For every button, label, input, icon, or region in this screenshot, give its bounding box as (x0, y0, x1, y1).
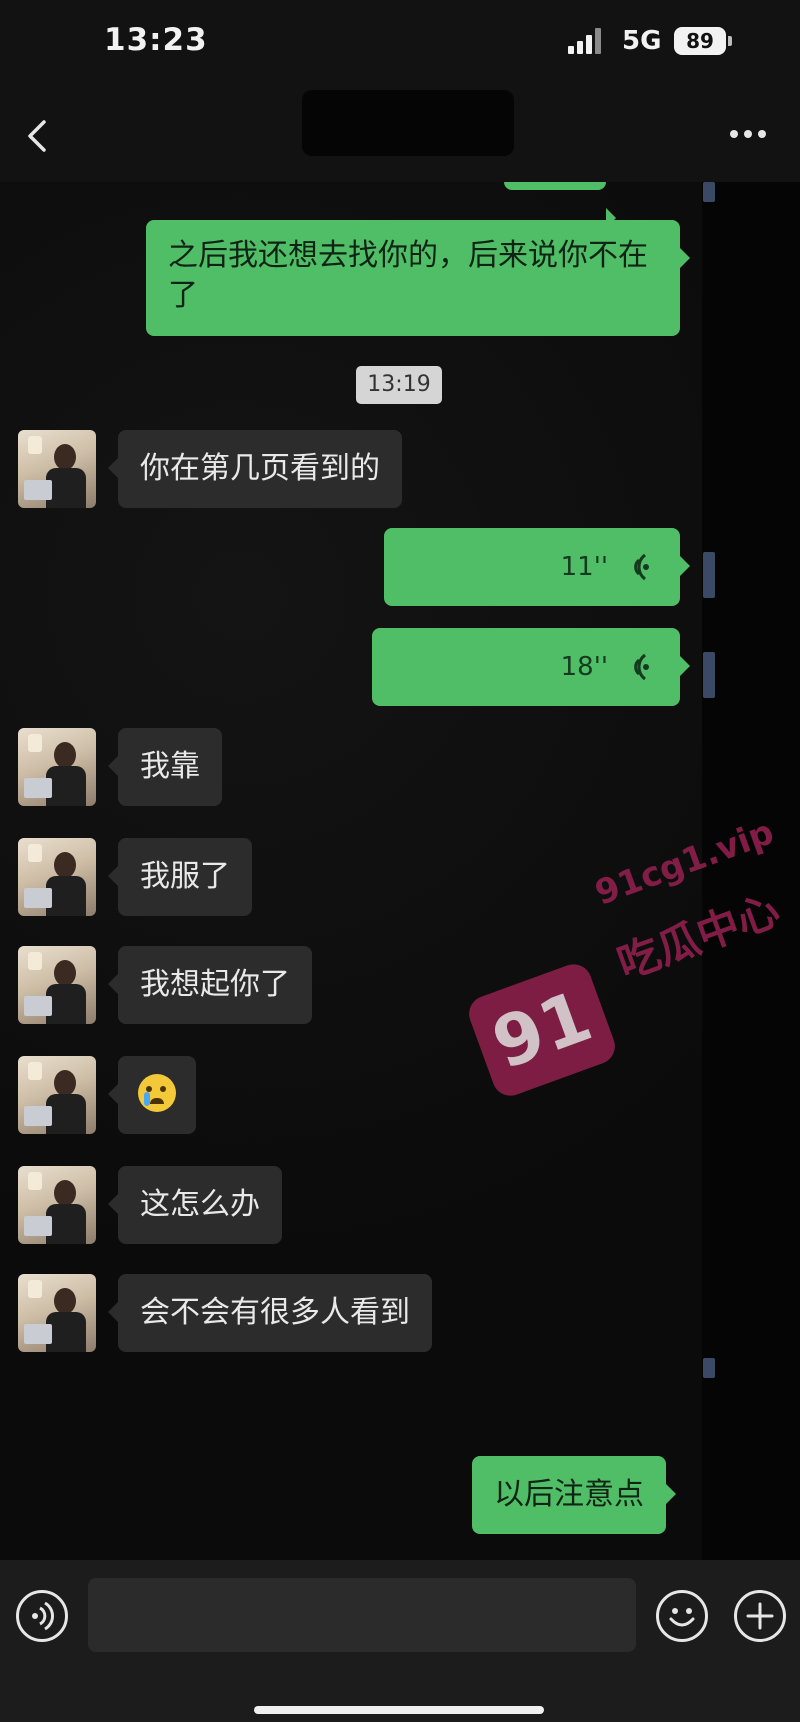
contact-avatar[interactable] (18, 946, 96, 1024)
message-bubble-incoming[interactable]: 这怎么办 (108, 1166, 282, 1244)
message-bubble-incoming[interactable] (108, 1056, 196, 1134)
contact-avatar[interactable] (18, 1274, 96, 1352)
contact-avatar[interactable] (18, 1056, 96, 1134)
edge-marker (703, 552, 715, 598)
message-text: 之后我还想去找你的，后来说你不在了 (168, 238, 648, 313)
message-bubble-partial[interactable] (504, 182, 616, 228)
voice-message-bubble[interactable]: 11'' (384, 528, 690, 606)
chat-title-redacted (302, 90, 514, 156)
contact-avatar[interactable] (18, 1166, 96, 1244)
message-timestamp: 13:19 (356, 366, 442, 404)
message-bubble-incoming[interactable]: 我想起你了 (108, 946, 312, 1024)
contact-avatar[interactable] (18, 430, 96, 508)
watermark: 91 91cg1.vip 吃瓜中心 (464, 812, 786, 1101)
voice-wave-icon (634, 553, 649, 581)
message-bubble-incoming[interactable]: 我服了 (108, 838, 252, 916)
watermark-badge: 91 (464, 959, 620, 1101)
signal-icon (568, 28, 604, 54)
chat-header (0, 90, 800, 183)
status-time: 13:23 (104, 22, 208, 58)
message-bubble-outgoing[interactable]: 以后注意点 (472, 1456, 676, 1534)
voice-message-bubble[interactable]: 18'' (372, 628, 690, 706)
message-text: 以后注意点 (494, 1477, 644, 1512)
back-icon[interactable] (24, 118, 54, 154)
add-icon[interactable] (734, 1590, 786, 1642)
battery-icon: 89 (674, 27, 726, 55)
more-options-icon[interactable] (730, 130, 770, 140)
edge-marker (703, 652, 715, 698)
voice-duration: 11'' (560, 552, 608, 582)
contact-avatar[interactable] (18, 728, 96, 806)
message-bubble-incoming[interactable]: 我靠 (108, 728, 222, 806)
voice-duration: 18'' (560, 652, 608, 682)
voice-wave-icon (634, 653, 649, 681)
emoji-icon[interactable] (656, 1590, 708, 1642)
contact-avatar[interactable] (18, 838, 96, 916)
edge-marker (703, 182, 715, 202)
home-indicator[interactable] (254, 1706, 544, 1714)
crying-face-emoji-icon (138, 1074, 176, 1112)
voice-input-icon[interactable] (16, 1590, 68, 1642)
message-input-bar (0, 1560, 800, 1722)
message-bubble-incoming[interactable]: 你在第几页看到的 (108, 430, 402, 508)
network-label: 5G (622, 26, 662, 56)
edge-marker (703, 1358, 715, 1378)
battery-nub (728, 36, 732, 46)
chat-message-list[interactable]: 之后我还想去找你的，后来说你不在了 13:19 你在第几页看到的 11'' 18… (0, 182, 800, 1560)
message-bubble-incoming[interactable]: 会不会有很多人看到 (108, 1274, 432, 1352)
message-bubble-outgoing[interactable]: 之后我还想去找你的，后来说你不在了 (146, 220, 690, 336)
message-input[interactable] (88, 1578, 636, 1652)
status-bar: 13:23 5G 89 (0, 0, 800, 90)
